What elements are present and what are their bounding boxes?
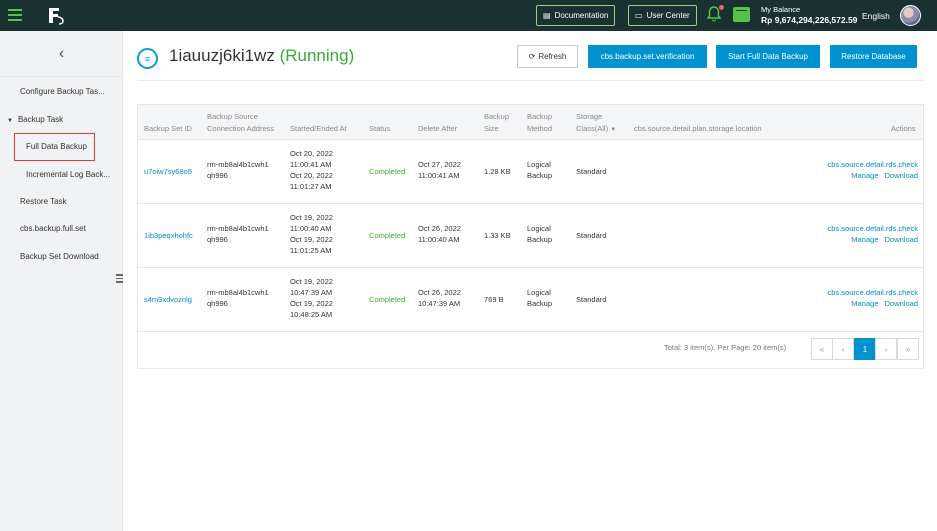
column-actions: Actions [891, 124, 916, 133]
backup-set-id-link[interactable]: s4m9xdvoznlg [144, 294, 192, 305]
refresh-sync-icon: ≡ [137, 48, 158, 69]
rds-check-link[interactable]: cbs.source.detail.rds.check [828, 287, 918, 298]
divider [137, 80, 924, 81]
caret-down-icon: ▼ [7, 118, 13, 124]
caret-down-icon: ▼ [610, 127, 617, 133]
row-actions: cbs.source.detail.rds.check Manage Downl… [828, 223, 918, 245]
menu-icon[interactable] [8, 9, 22, 21]
delete-after: Oct 26, 2022 10:47:39 AM [418, 288, 461, 308]
table-header: Backup Set ID Backup Source Connection A… [138, 105, 923, 140]
column-started-ended: Started/Ended At [290, 124, 347, 133]
sidebar-item-restore-task[interactable]: Restore Task [0, 197, 123, 206]
column-backup-method: Backup Method [527, 112, 553, 133]
status-badge: Completed [369, 231, 406, 240]
balance-label: My Balance [761, 5, 801, 14]
brand-logo[interactable] [46, 5, 68, 26]
balance-amount: Rp 9,674,294,226,572.59 [761, 15, 858, 25]
column-backup-size: Backup Size [484, 112, 510, 133]
documentation-button[interactable]: ▤ Documentation [536, 5, 616, 26]
storage-class: Standard [576, 295, 607, 304]
manage-link[interactable]: Manage [851, 171, 878, 180]
balance-display[interactable]: My Balance Rp 9,674,294,226,572.59 [761, 5, 857, 25]
monitor-icon: ▭ [635, 11, 643, 20]
started-ended-at: Oct 19, 2022 10:47:39 AM Oct 19, 2022 10… [290, 277, 333, 319]
backup-method: Logical Backup [527, 288, 553, 308]
storage-class: Standard [576, 167, 607, 176]
sidebar-item-backup-set-download[interactable]: Backup Set Download [0, 252, 123, 261]
rds-check-link[interactable]: cbs.source.detail.rds.check [828, 223, 918, 234]
column-status: Status [369, 124, 391, 133]
sidebar-resize-handle[interactable] [116, 274, 123, 286]
avatar[interactable] [900, 5, 921, 26]
backup-set-verification-button[interactable]: cbs.backup.set.verification [588, 45, 707, 68]
prev-page-button[interactable]: ‹ [832, 338, 854, 360]
language-selector[interactable]: English [862, 11, 890, 21]
connection-address: rm-mb8al4b1cwh1 qh996 [207, 160, 269, 180]
column-backup-source: Backup Source Connection Address [207, 112, 275, 133]
delete-after: Oct 27, 2022 11:00:41 AM [418, 160, 461, 180]
backup-set-table: Backup Set ID Backup Source Connection A… [137, 104, 924, 369]
status-badge: Completed [369, 295, 406, 304]
backup-set-id-link[interactable]: 1ib3peqxhohfc [144, 230, 193, 241]
connection-address: rm-mb8al4b1cwh1 qh996 [207, 224, 269, 244]
sidebar-item-backup-full-set[interactable]: cbs.backup.full.set [0, 224, 123, 233]
connection-address: rm-mb8al4b1cwh1 qh996 [207, 288, 269, 308]
collapse-sidebar-button[interactable]: ‹ [0, 31, 123, 77]
backup-size: 1.28 KB [484, 167, 511, 176]
backup-method: Logical Backup [527, 160, 553, 180]
manage-link[interactable]: Manage [851, 299, 878, 308]
last-page-button[interactable]: » [897, 338, 919, 360]
backup-size: 769 B [484, 295, 504, 304]
table-row: 1ib3peqxhohfc rm-mb8al4b1cwh1 qh996 Oct … [138, 204, 923, 268]
row-actions: cbs.source.detail.rds.check Manage Downl… [828, 287, 918, 309]
sidebar-item-full-data-backup[interactable]: Full Data Backup [14, 133, 95, 161]
chevron-left-icon: ‹ [58, 44, 65, 62]
restore-database-button[interactable]: Restore Database [830, 45, 917, 68]
backup-size: 1.33 KB [484, 231, 511, 240]
notification-dot [719, 5, 724, 10]
page-title: 1iauuzj6ki1wz (Running) [169, 46, 354, 66]
top-bar: ▤ Documentation ▭ User Center My Balance… [0, 0, 937, 31]
page-1-button[interactable]: 1 [854, 338, 876, 360]
instance-status: (Running) [279, 46, 355, 65]
backup-set-id-link[interactable]: u7oiw7sy68o5 [144, 166, 192, 177]
row-actions: cbs.source.detail.rds.check Manage Downl… [828, 159, 918, 181]
start-full-data-backup-button[interactable]: Start Full Data Backup [716, 45, 820, 68]
started-ended-at: Oct 20, 2022 11:00:41 AM Oct 20, 2022 11… [290, 149, 333, 191]
user-center-button[interactable]: ▭ User Center [628, 5, 697, 26]
delete-after: Oct 26, 2022 11:00:40 AM [418, 224, 461, 244]
download-link[interactable]: Download [885, 235, 918, 244]
pagination-info: Total: 3 item(s), Per Page: 20 item(s) [664, 343, 787, 352]
manage-link[interactable]: Manage [851, 235, 878, 244]
instance-id: 1iauuzj6ki1wz [169, 46, 275, 65]
backup-method: Logical Backup [527, 224, 553, 244]
sidebar: ‹ Configure Backup Tas... ▼ Backup Task F… [0, 31, 123, 531]
sidebar-item-backup-task[interactable]: ▼ Backup Task [0, 115, 123, 124]
sidebar-item-configure-backup-task[interactable]: Configure Backup Tas... [0, 87, 123, 96]
table-row: u7oiw7sy68o5 rm-mb8al4b1cwh1 qh996 Oct 2… [138, 140, 923, 204]
storage-class: Standard [576, 231, 607, 240]
document-icon: ▤ [543, 11, 551, 20]
wallet-icon[interactable] [733, 7, 750, 22]
notification-bell-icon[interactable] [706, 5, 724, 22]
rds-check-link[interactable]: cbs.source.detail.rds.check [828, 159, 918, 170]
status-badge: Completed [369, 167, 406, 176]
column-storage-location: cbs.source.detail.plan.storage.location [634, 124, 762, 133]
column-delete-after: Delete After [418, 124, 458, 133]
refresh-icon: ⟳ [528, 52, 536, 61]
first-page-button[interactable]: « [811, 338, 833, 360]
table-row: s4m9xdvoznlg rm-mb8al4b1cwh1 qh996 Oct 1… [138, 268, 923, 332]
main-content: ≡ 1iauuzj6ki1wz (Running) ⟳ Refresh cbs.… [123, 31, 937, 531]
refresh-button[interactable]: ⟳ Refresh [517, 45, 578, 68]
download-link[interactable]: Download [885, 299, 918, 308]
column-storage-class-filter[interactable]: Storage Class(All) ▼ [576, 112, 616, 135]
started-ended-at: Oct 19, 2022 11:00:40 AM Oct 19, 2022 11… [290, 213, 333, 255]
download-link[interactable]: Download [885, 171, 918, 180]
next-page-button[interactable]: › [875, 338, 897, 360]
column-backup-set-id: Backup Set ID [144, 124, 192, 133]
sidebar-item-incremental-log-backup[interactable]: Incremental Log Back... [0, 170, 123, 179]
